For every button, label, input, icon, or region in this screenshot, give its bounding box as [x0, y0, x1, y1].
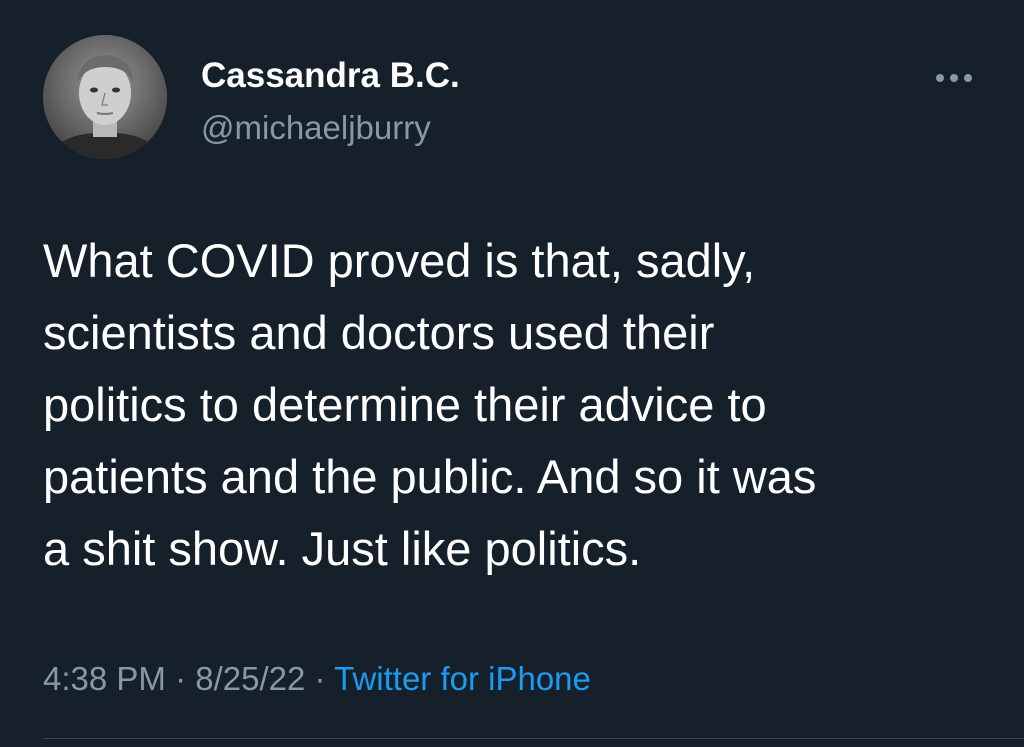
tweet-time[interactable]: 4:38 PM [43, 660, 166, 697]
tweet-text: What COVID proved is that, sadly, scient… [43, 234, 817, 575]
meta-separator: · [314, 660, 326, 697]
user-handle[interactable]: @michaeljburry [201, 108, 431, 148]
profile-photo-icon [43, 35, 167, 159]
tweet-date[interactable]: 8/25/22 [195, 660, 305, 697]
tweet-card: Cassandra B.C. @michaeljburry What COVID… [0, 0, 1024, 747]
divider [43, 738, 1024, 739]
display-name[interactable]: Cassandra B.C. [201, 56, 460, 96]
tweet-metadata: 4:38 PM · 8/25/22 · Twitter for iPhone [43, 657, 591, 701]
more-options-icon [936, 74, 972, 82]
avatar[interactable] [43, 35, 167, 159]
more-options-button[interactable] [930, 60, 978, 96]
meta-separator: · [175, 660, 187, 697]
tweet-source-link[interactable]: Twitter for iPhone [334, 660, 591, 697]
